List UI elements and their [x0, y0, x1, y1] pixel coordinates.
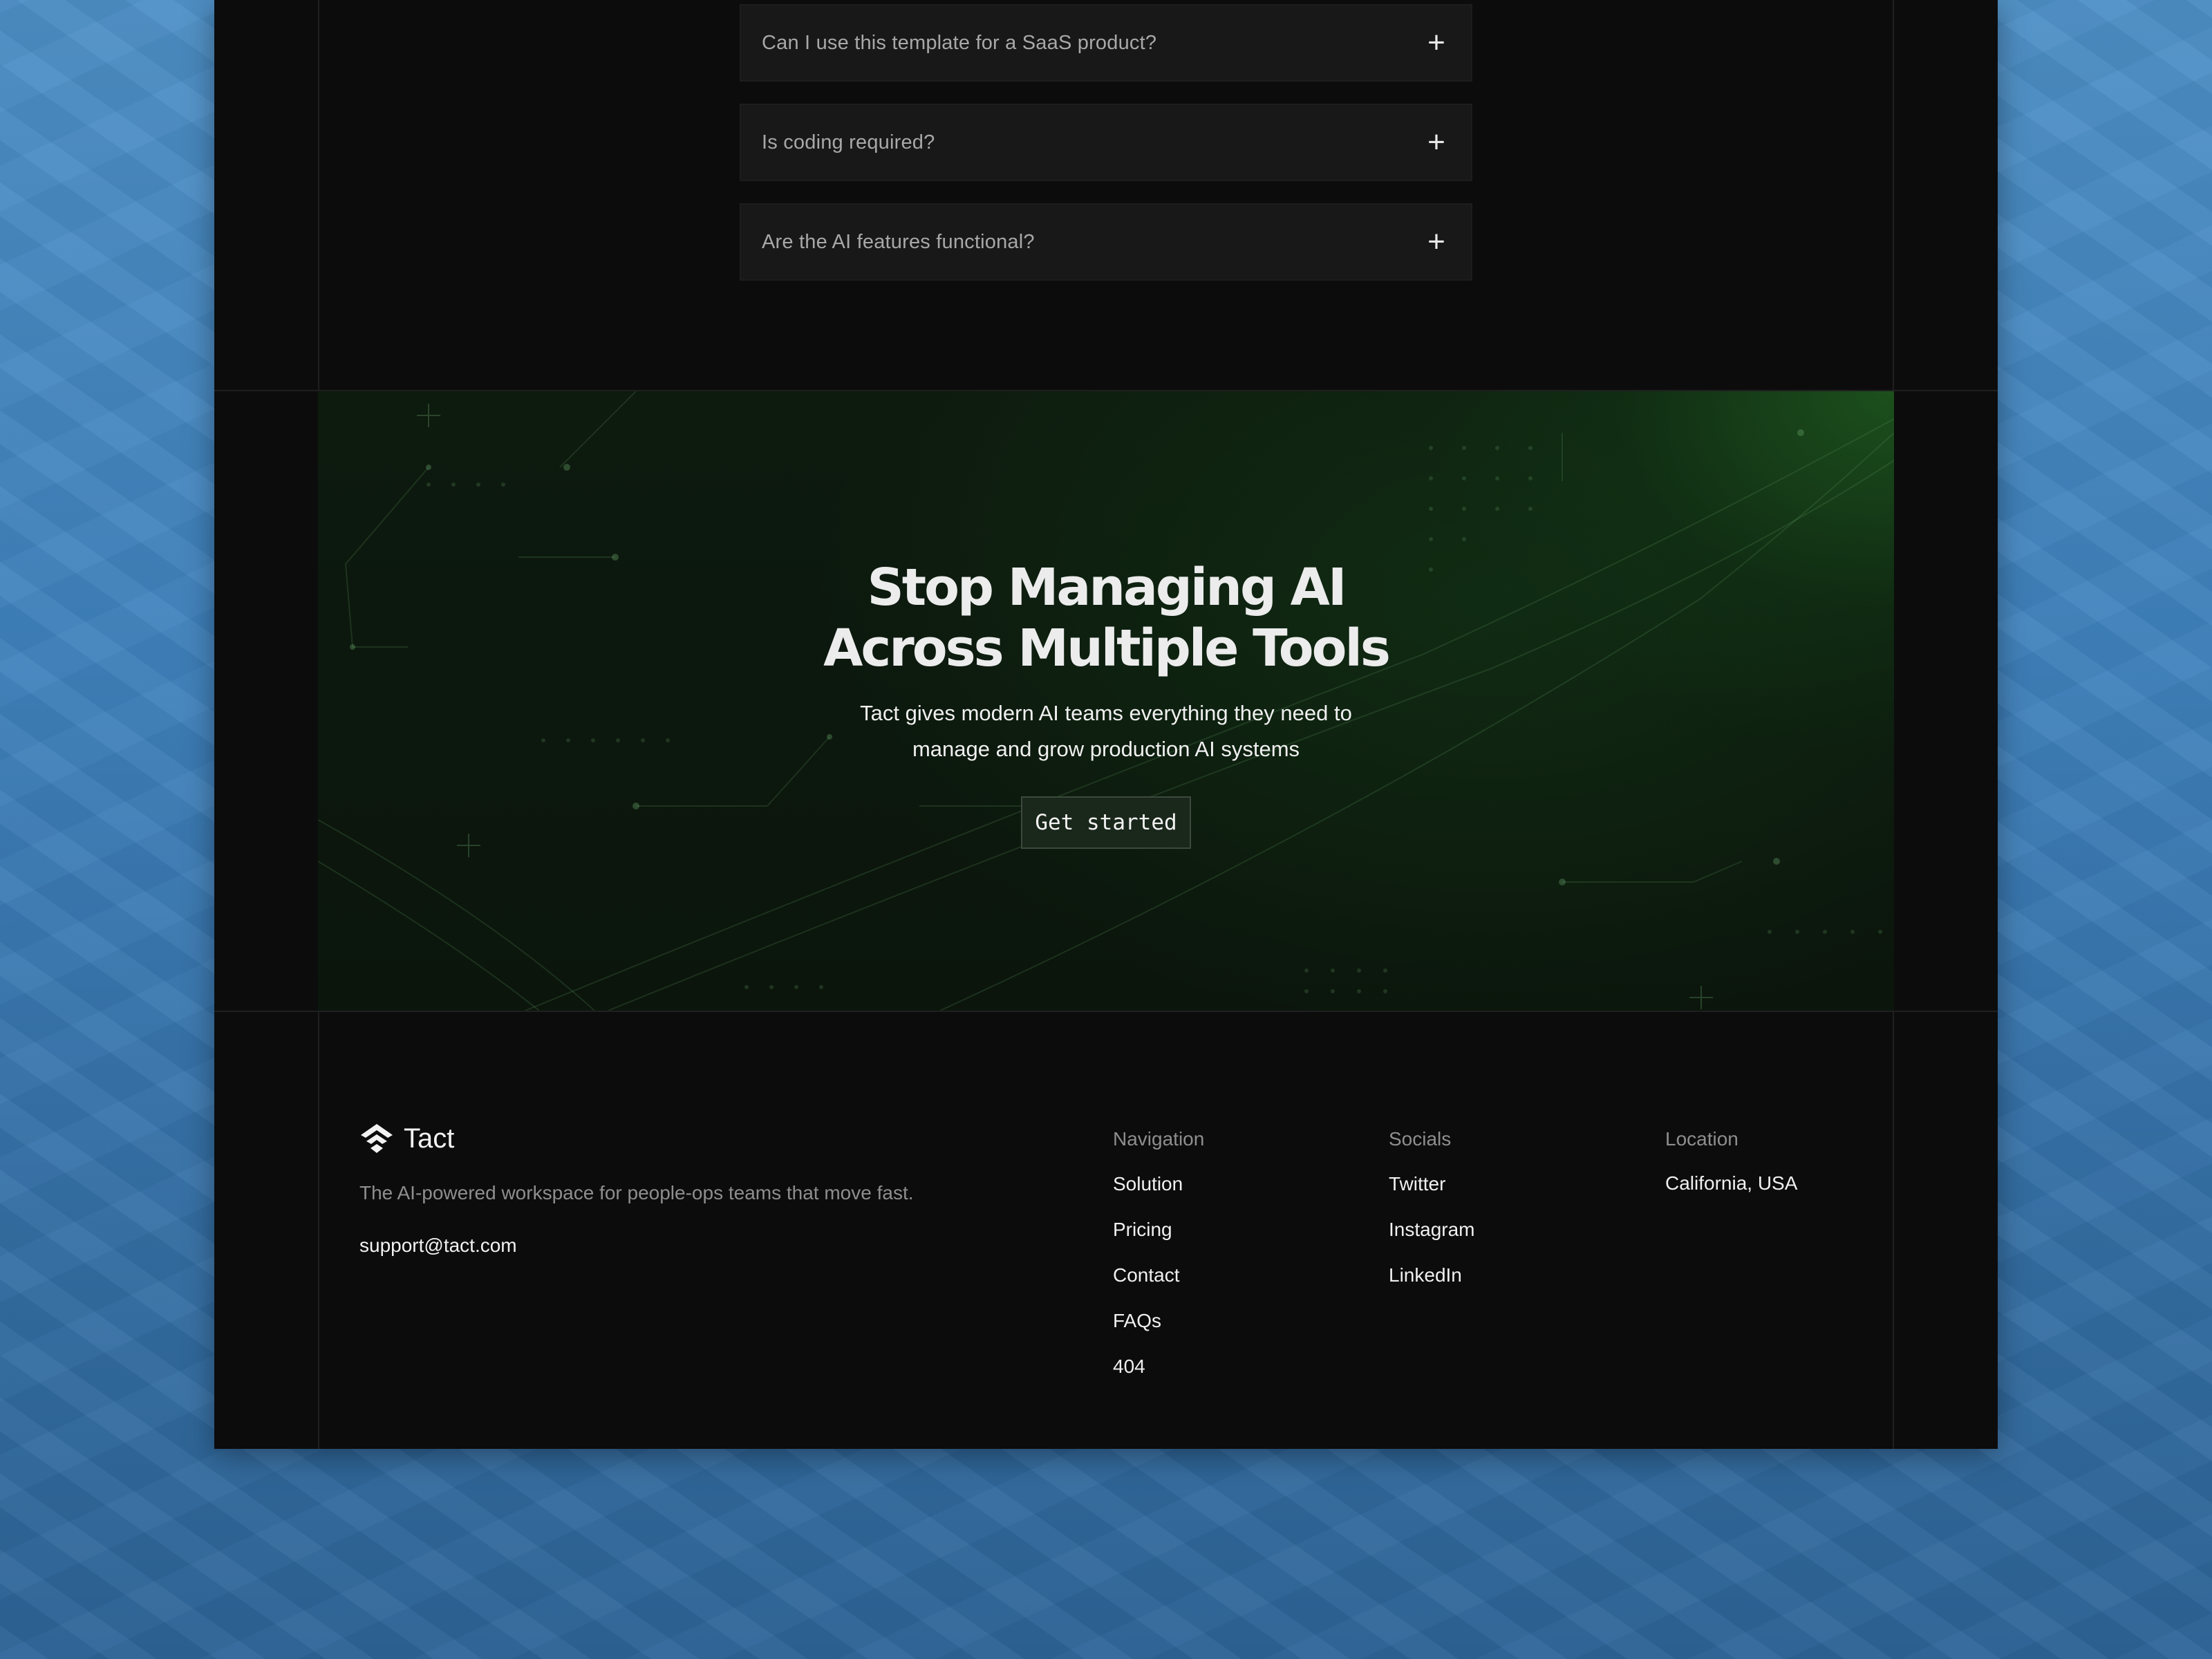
location-value: California, USA	[1665, 1172, 1798, 1194]
footer-socials-column: Socials Twitter Instagram LinkedIn	[1389, 1128, 1475, 1309]
tact-logo-icon	[361, 1124, 393, 1153]
footer-location-column: Location California, USA	[1665, 1128, 1797, 1194]
cta-heading: Stop Managing AI Across Multiple Tools	[318, 557, 1894, 679]
footer-column-heading: Socials	[1389, 1128, 1452, 1150]
cta-section: Stop Managing AI Across Multiple Tools T…	[318, 391, 1894, 1011]
cta-subtitle: Tact gives modern AI teams everything th…	[318, 695, 1894, 767]
plus-icon[interactable]: +	[1423, 227, 1450, 257]
plus-icon[interactable]: +	[1423, 127, 1450, 158]
faq-item[interactable]: Are the AI features functional? +	[740, 203, 1472, 281]
website-frame: Can I use this template for a SaaS produ…	[214, 0, 1998, 1449]
faq-question: Is coding required?	[762, 131, 935, 153]
faq-question: Are the AI features functional?	[762, 230, 1035, 253]
cta-heading-line: Across Multiple Tools	[823, 619, 1391, 678]
faq-item[interactable]: Is coding required? +	[740, 104, 1472, 181]
grid-line-bottom	[214, 1011, 1998, 1012]
cta-subtitle-line: Tact gives modern AI teams everything th…	[860, 701, 1352, 725]
footer-brand[interactable]: Tact	[359, 1121, 454, 1156]
get-started-button[interactable]: Get started	[1021, 796, 1191, 849]
faq-question: Can I use this template for a SaaS produ…	[762, 31, 1157, 54]
support-email-link[interactable]: support@tact.com	[359, 1235, 517, 1257]
footer-column-heading: Navigation	[1113, 1128, 1205, 1150]
plus-icon[interactable]: +	[1423, 28, 1450, 58]
footer-link-404[interactable]: 404	[1113, 1355, 1204, 1400]
footer-column-heading: Location	[1665, 1128, 1738, 1150]
cta-heading-line: Stop Managing AI	[867, 558, 1347, 617]
faq-list: Can I use this template for a SaaS produ…	[740, 4, 1472, 303]
faq-item[interactable]: Can I use this template for a SaaS produ…	[740, 4, 1472, 82]
brand-name: Tact	[404, 1123, 455, 1154]
footer-navigation-column: Navigation Solution Pricing Contact FAQs…	[1113, 1128, 1204, 1400]
footer-link-solution[interactable]: Solution	[1113, 1172, 1204, 1218]
footer-link-faqs[interactable]: FAQs	[1113, 1309, 1204, 1355]
brand-tagline: The AI-powered workspace for people-ops …	[359, 1182, 914, 1203]
footer-link-linkedin[interactable]: LinkedIn	[1389, 1264, 1475, 1309]
footer-link-instagram[interactable]: Instagram	[1389, 1218, 1475, 1264]
cta-subtitle-line: manage and grow production AI systems	[912, 737, 1300, 761]
footer-link-twitter[interactable]: Twitter	[1389, 1172, 1475, 1218]
footer-link-pricing[interactable]: Pricing	[1113, 1218, 1204, 1264]
footer-link-contact[interactable]: Contact	[1113, 1264, 1204, 1309]
